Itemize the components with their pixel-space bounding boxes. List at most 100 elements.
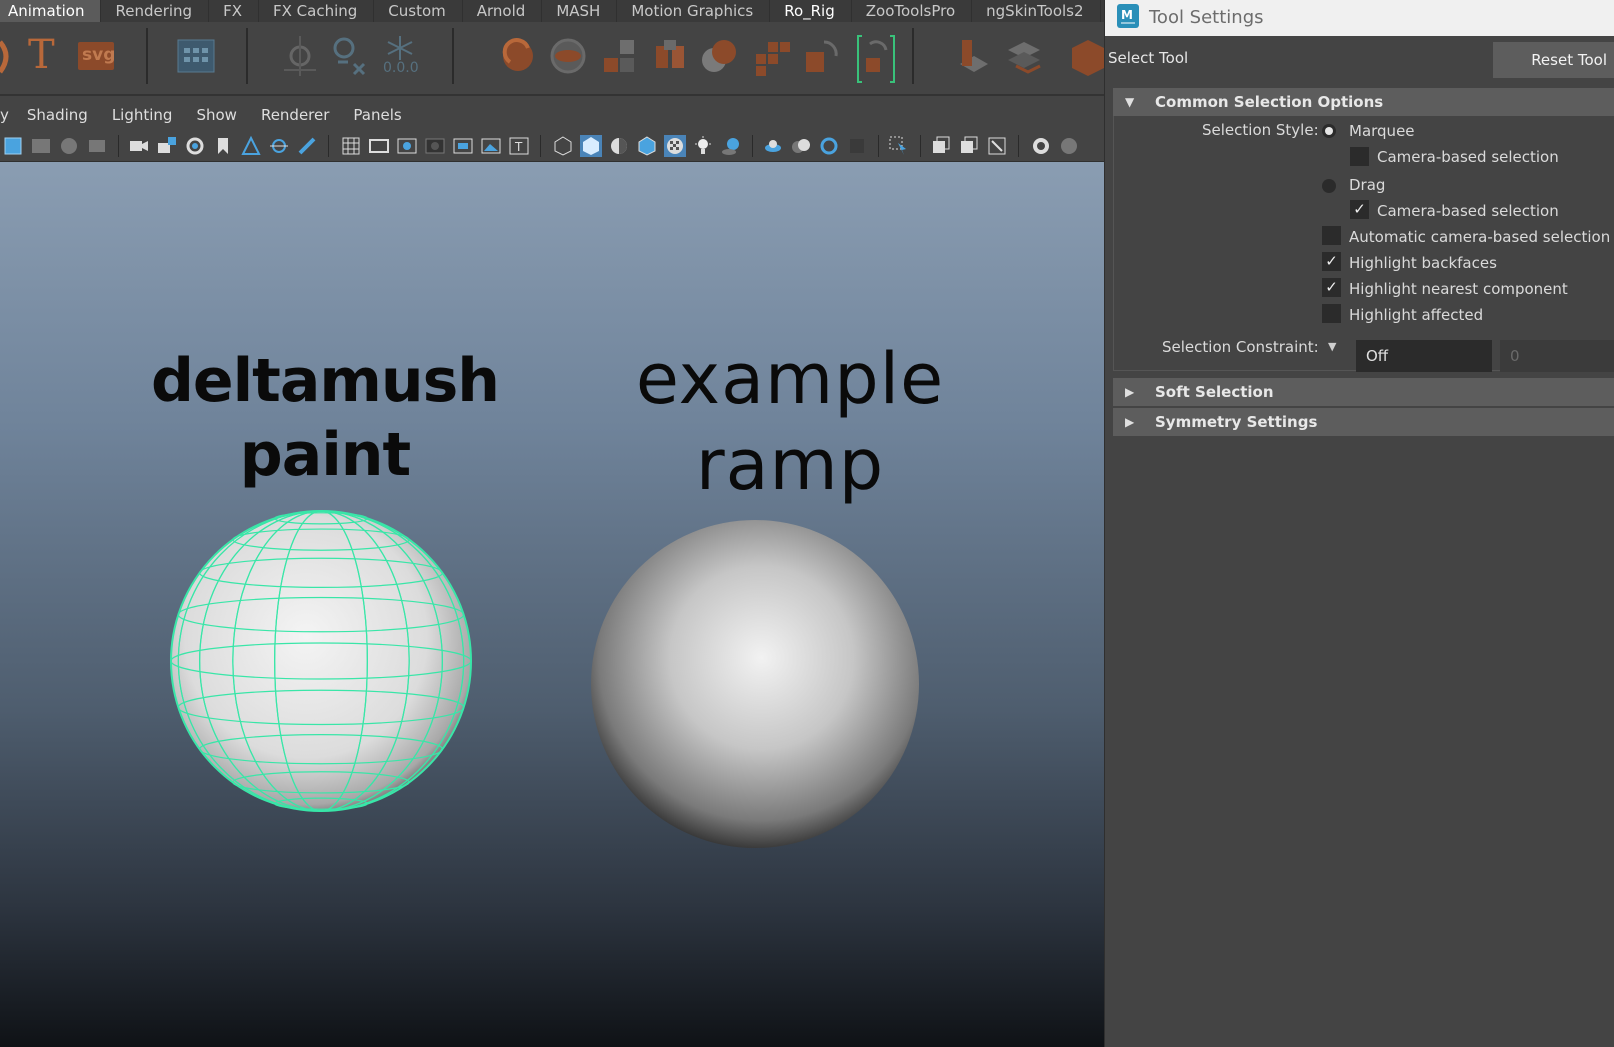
lock-camera-icon[interactable] <box>58 135 80 157</box>
calendar-icon[interactable] <box>176 34 216 78</box>
gamma-icon[interactable] <box>1058 135 1080 157</box>
highlight-backfaces-checkbox[interactable]: ✓ <box>1322 252 1341 271</box>
image-plane-icon[interactable] <box>240 135 262 157</box>
menu-view-partial[interactable]: y <box>0 100 15 130</box>
xray-active-icon[interactable] <box>930 135 952 157</box>
deltamush-label-line2: paint <box>239 420 411 490</box>
example-ramp-sphere[interactable] <box>589 518 921 850</box>
screen-space-ao-icon[interactable] <box>762 135 784 157</box>
menu-show[interactable]: Show <box>184 100 248 130</box>
highlight-nearest-checkbox[interactable]: ✓ <box>1322 278 1341 297</box>
transfer-cube-icon[interactable] <box>802 34 842 78</box>
drag-radio[interactable] <box>1322 179 1336 193</box>
text-tool-icon[interactable]: T <box>22 32 62 78</box>
example-label-line1: example <box>635 338 945 420</box>
bookmark-icon[interactable] <box>212 135 234 157</box>
grease-pencil-icon[interactable] <box>296 135 318 157</box>
bracket-cube-icon[interactable] <box>856 34 896 83</box>
snowflake-icon[interactable]: 0.0.0 <box>380 34 420 78</box>
shelf-tab-fx-caching[interactable]: FX Caching <box>259 0 375 22</box>
menu-shading[interactable]: Shading <box>15 100 100 130</box>
select-camera-icon[interactable] <box>2 135 24 157</box>
two-d-pan-icon[interactable] <box>268 135 290 157</box>
menu-renderer[interactable]: Renderer <box>249 100 341 130</box>
disk-icon[interactable] <box>548 34 588 78</box>
xray-icon[interactable] <box>664 135 686 157</box>
shelf-tab-ro-rig[interactable]: Ro_Rig <box>770 0 852 22</box>
shelf-tab-rendering[interactable]: Rendering <box>101 0 210 22</box>
tool-settings-titlebar[interactable]: M Tool Settings <box>1105 0 1614 36</box>
dropdown-arrow-icon[interactable]: ▼ <box>1328 340 1336 353</box>
shelf-tab-arnold[interactable]: Arnold <box>463 0 543 22</box>
shelf-tab-ngskintools2[interactable]: ngSkinTools2 <box>972 0 1101 22</box>
xray-joints-icon[interactable] <box>958 135 980 157</box>
depth-of-field-icon[interactable] <box>846 135 868 157</box>
cube-partial-icon[interactable] <box>1064 34 1104 78</box>
motion-blur-icon[interactable] <box>790 135 812 157</box>
reset-tool-button[interactable]: Reset Tool <box>1493 42 1614 78</box>
snowflake-value: 0.0.0 <box>383 60 419 76</box>
lights-icon[interactable] <box>692 135 714 157</box>
highlight-affected-label: Highlight affected <box>1349 306 1484 324</box>
joint-tool-icon[interactable] <box>280 34 320 78</box>
maya-main-window: Animation Rendering FX FX Caching Custom… <box>0 0 1104 1047</box>
safe-title-icon[interactable]: T <box>508 135 530 157</box>
common-selection-options-header[interactable]: ▼ Common Selection Options <box>1113 88 1614 116</box>
blocks-icon[interactable] <box>600 34 640 78</box>
shadows-icon[interactable] <box>720 135 742 157</box>
isolate-select-icon[interactable] <box>888 135 910 157</box>
smooth-shade-icon[interactable] <box>580 135 602 157</box>
field-chart-icon[interactable] <box>452 135 474 157</box>
soft-selection-header[interactable]: ▶ Soft Selection <box>1113 378 1614 406</box>
bend-deformer-icon[interactable] <box>498 34 538 78</box>
backface-culling-icon[interactable] <box>986 135 1008 157</box>
shelf-tab-mash[interactable]: MASH <box>542 0 618 22</box>
shelf-tab-animation[interactable]: Animation <box>0 0 102 22</box>
textured-icon[interactable] <box>636 135 658 157</box>
anti-aliasing-icon[interactable] <box>818 135 840 157</box>
marquee-camera-checkbox[interactable] <box>1350 147 1369 166</box>
selection-constraint-dropdown[interactable]: Off <box>1356 340 1492 372</box>
marquee-label: Marquee <box>1349 122 1415 140</box>
panel-toolbar: T <box>0 131 1104 162</box>
selection-constraint-value-field[interactable]: 0 <box>1500 340 1614 372</box>
split-cube-icon[interactable] <box>650 34 690 78</box>
3d-viewport[interactable]: deltamush paint example ramp <box>0 162 1104 1047</box>
marquee-radio[interactable] <box>1322 124 1336 138</box>
shelf-tab-bar: Animation Rendering FX FX Caching Custom… <box>0 0 1104 22</box>
gate-mask-icon[interactable] <box>424 135 446 157</box>
shelf-tab-custom[interactable]: Custom <box>374 0 463 22</box>
film-gate-icon[interactable] <box>30 135 52 157</box>
menu-panels[interactable]: Panels <box>341 100 413 130</box>
drag-label: Drag <box>1349 176 1386 194</box>
soft-selection-title: Soft Selection <box>1155 383 1274 401</box>
resolution-gate-icon[interactable] <box>396 135 418 157</box>
shelf-tab-motion-graphics[interactable]: Motion Graphics <box>617 0 771 22</box>
default-material-icon[interactable] <box>608 135 630 157</box>
camera-icon[interactable] <box>128 135 150 157</box>
camera-attributes-icon[interactable] <box>184 135 206 157</box>
grid-blocks-icon[interactable] <box>752 34 792 78</box>
scatter-spheres-icon[interactable] <box>700 34 740 78</box>
safe-action-icon[interactable] <box>480 135 502 157</box>
extrude-panel-icon[interactable] <box>954 34 994 78</box>
highlight-affected-checkbox[interactable] <box>1322 304 1341 323</box>
bookmark-camera-icon[interactable] <box>86 135 108 157</box>
layers-icon[interactable] <box>1004 34 1044 78</box>
deltamush-sphere[interactable] <box>168 508 474 814</box>
exposure-icon[interactable] <box>1030 135 1052 157</box>
svg-text:T: T <box>514 140 523 154</box>
svg-tool-icon[interactable]: svg <box>76 34 116 78</box>
shelf-tab-zootoolspro[interactable]: ZooToolsPro <box>852 0 973 22</box>
timer-delete-icon[interactable] <box>328 34 368 78</box>
menu-lighting[interactable]: Lighting <box>100 100 185 130</box>
drag-camera-checkbox[interactable]: ✓ <box>1350 200 1369 219</box>
curve-tool-icon[interactable] <box>0 34 12 78</box>
wireframe-icon[interactable] <box>552 135 574 157</box>
symmetry-settings-header[interactable]: ▶ Symmetry Settings <box>1113 408 1614 436</box>
film-gate-toggle-icon[interactable] <box>368 135 390 157</box>
grid-icon[interactable] <box>340 135 362 157</box>
shelf-tab-fx[interactable]: FX <box>209 0 259 22</box>
camera-lock-icon[interactable] <box>156 135 178 157</box>
auto-camera-checkbox[interactable] <box>1322 226 1341 245</box>
